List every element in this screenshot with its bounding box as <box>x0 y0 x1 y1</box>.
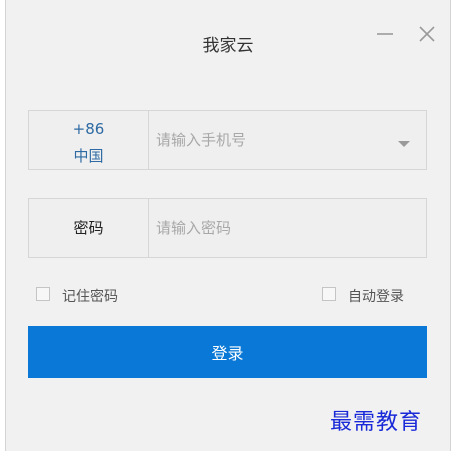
chevron-down-icon <box>398 141 410 147</box>
country-code: +86 <box>72 120 105 138</box>
phone-input[interactable] <box>156 111 386 169</box>
country-code-selector[interactable]: +86 中国 <box>29 111 149 169</box>
country-name: 中国 <box>73 147 104 165</box>
password-label: 密码 <box>29 199 149 257</box>
login-window: 我家云 +86 中国 密码 记住密码 自动登录 登录 <box>5 0 451 451</box>
phone-dropdown-button[interactable] <box>397 134 411 147</box>
minimize-button[interactable] <box>373 22 397 46</box>
phone-field: +86 中国 <box>28 110 427 170</box>
close-icon <box>419 26 435 42</box>
minimize-icon <box>377 33 393 35</box>
close-button[interactable] <box>415 22 439 46</box>
login-button[interactable]: 登录 <box>28 326 427 378</box>
checkbox-box <box>322 287 336 301</box>
watermark-text: 最需教育 <box>330 410 423 435</box>
remember-password-label: 记住密码 <box>62 289 118 305</box>
auto-login-label: 自动登录 <box>348 289 404 305</box>
password-field: 密码 <box>28 198 427 258</box>
password-input[interactable] <box>156 199 416 257</box>
checkbox-box <box>36 287 50 301</box>
